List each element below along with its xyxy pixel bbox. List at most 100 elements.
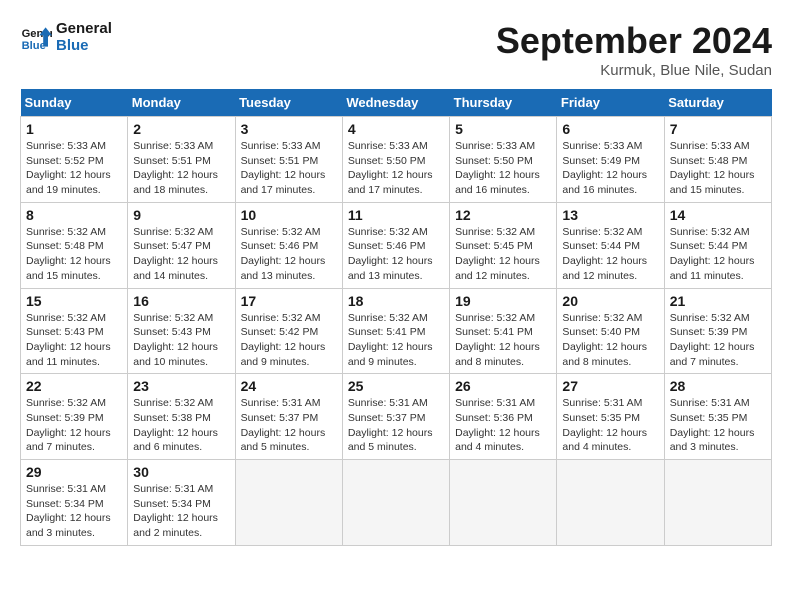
day-number: 22 <box>26 378 122 394</box>
logo: General Blue General Blue <box>20 20 112 54</box>
page-header: General Blue General Blue September 2024… <box>20 20 772 79</box>
day-number: 30 <box>133 464 229 480</box>
month-title: September 2024 <box>496 20 772 62</box>
day-info: Sunrise: 5:32 AM Sunset: 5:44 PM Dayligh… <box>562 225 658 284</box>
day-number: 3 <box>241 121 337 137</box>
day-info: Sunrise: 5:32 AM Sunset: 5:43 PM Dayligh… <box>26 311 122 370</box>
calendar-cell: 15Sunrise: 5:32 AM Sunset: 5:43 PM Dayli… <box>21 288 128 374</box>
day-info: Sunrise: 5:32 AM Sunset: 5:46 PM Dayligh… <box>241 225 337 284</box>
logo-icon: General Blue <box>20 21 52 53</box>
day-info: Sunrise: 5:33 AM Sunset: 5:50 PM Dayligh… <box>348 139 444 198</box>
calendar-cell: 8Sunrise: 5:32 AM Sunset: 5:48 PM Daylig… <box>21 202 128 288</box>
calendar-cell <box>664 460 771 546</box>
day-info: Sunrise: 5:31 AM Sunset: 5:34 PM Dayligh… <box>133 482 229 541</box>
day-info: Sunrise: 5:31 AM Sunset: 5:34 PM Dayligh… <box>26 482 122 541</box>
day-number: 25 <box>348 378 444 394</box>
calendar-cell: 1 Sunrise: 5:33 AM Sunset: 5:52 PM Daylig… <box>21 117 128 203</box>
calendar-cell: 9 Sunrise: 5:32 AM Sunset: 5:47 PM Daylig… <box>128 202 235 288</box>
day-number: 20 <box>562 293 658 309</box>
day-info: Sunrise: 5:33 AM Sunset: 5:52 PM Dayligh… <box>26 139 122 198</box>
calendar-header-row: SundayMondayTuesdayWednesdayThursdayFrid… <box>21 89 772 117</box>
day-info: Sunrise: 5:31 AM Sunset: 5:35 PM Dayligh… <box>670 396 766 455</box>
day-number: 24 <box>241 378 337 394</box>
day-number: 4 <box>348 121 444 137</box>
day-info: Sunrise: 5:31 AM Sunset: 5:36 PM Dayligh… <box>455 396 551 455</box>
day-info: Sunrise: 5:33 AM Sunset: 5:50 PM Dayligh… <box>455 139 551 198</box>
calendar-cell: 3 Sunrise: 5:33 AM Sunset: 5:51 PM Daylig… <box>235 117 342 203</box>
day-header-friday: Friday <box>557 89 664 117</box>
day-number: 28 <box>670 378 766 394</box>
day-info: Sunrise: 5:33 AM Sunset: 5:48 PM Dayligh… <box>670 139 766 198</box>
calendar-cell: 22Sunrise: 5:32 AM Sunset: 5:39 PM Dayli… <box>21 374 128 460</box>
calendar-cell: 25 Sunrise: 5:31 AM Sunset: 5:37 PM Dayli… <box>342 374 449 460</box>
calendar-week-row: 22Sunrise: 5:32 AM Sunset: 5:39 PM Dayli… <box>21 374 772 460</box>
calendar-cell: 24 Sunrise: 5:31 AM Sunset: 5:37 PM Dayli… <box>235 374 342 460</box>
calendar-table: SundayMondayTuesdayWednesdayThursdayFrid… <box>20 89 772 546</box>
day-number: 29 <box>26 464 122 480</box>
day-header-saturday: Saturday <box>664 89 771 117</box>
day-info: Sunrise: 5:31 AM Sunset: 5:37 PM Dayligh… <box>241 396 337 455</box>
calendar-cell: 19 Sunrise: 5:32 AM Sunset: 5:41 PM Dayli… <box>450 288 557 374</box>
location-subtitle: Kurmuk, Blue Nile, Sudan <box>496 62 772 79</box>
calendar-cell: 30 Sunrise: 5:31 AM Sunset: 5:34 PM Dayli… <box>128 460 235 546</box>
day-number: 5 <box>455 121 551 137</box>
calendar-cell: 7 Sunrise: 5:33 AM Sunset: 5:48 PM Daylig… <box>664 117 771 203</box>
day-number: 11 <box>348 207 444 223</box>
calendar-cell: 16Sunrise: 5:32 AM Sunset: 5:43 PM Dayli… <box>128 288 235 374</box>
calendar-cell: 12 Sunrise: 5:32 AM Sunset: 5:45 PM Dayli… <box>450 202 557 288</box>
calendar-cell: 11Sunrise: 5:32 AM Sunset: 5:46 PM Dayli… <box>342 202 449 288</box>
day-info: Sunrise: 5:32 AM Sunset: 5:41 PM Dayligh… <box>348 311 444 370</box>
day-header-monday: Monday <box>128 89 235 117</box>
calendar-cell <box>342 460 449 546</box>
day-number: 19 <box>455 293 551 309</box>
day-number: 2 <box>133 121 229 137</box>
calendar-cell: 29 Sunrise: 5:31 AM Sunset: 5:34 PM Dayli… <box>21 460 128 546</box>
day-number: 17 <box>241 293 337 309</box>
day-number: 21 <box>670 293 766 309</box>
day-info: Sunrise: 5:32 AM Sunset: 5:40 PM Dayligh… <box>562 311 658 370</box>
calendar-cell: 13Sunrise: 5:32 AM Sunset: 5:44 PM Dayli… <box>557 202 664 288</box>
calendar-week-row: 1 Sunrise: 5:33 AM Sunset: 5:52 PM Daylig… <box>21 117 772 203</box>
day-info: Sunrise: 5:32 AM Sunset: 5:44 PM Dayligh… <box>670 225 766 284</box>
calendar-cell <box>235 460 342 546</box>
day-number: 26 <box>455 378 551 394</box>
calendar-cell: 23Sunrise: 5:32 AM Sunset: 5:38 PM Dayli… <box>128 374 235 460</box>
calendar-week-row: 15Sunrise: 5:32 AM Sunset: 5:43 PM Dayli… <box>21 288 772 374</box>
calendar-cell: 26 Sunrise: 5:31 AM Sunset: 5:36 PM Dayli… <box>450 374 557 460</box>
calendar-cell <box>450 460 557 546</box>
title-block: September 2024 Kurmuk, Blue Nile, Sudan <box>496 20 772 79</box>
day-number: 23 <box>133 378 229 394</box>
day-info: Sunrise: 5:32 AM Sunset: 5:42 PM Dayligh… <box>241 311 337 370</box>
day-number: 16 <box>133 293 229 309</box>
day-info: Sunrise: 5:33 AM Sunset: 5:51 PM Dayligh… <box>133 139 229 198</box>
day-header-wednesday: Wednesday <box>342 89 449 117</box>
day-header-tuesday: Tuesday <box>235 89 342 117</box>
svg-text:Blue: Blue <box>22 40 46 52</box>
day-number: 10 <box>241 207 337 223</box>
calendar-cell: 6 Sunrise: 5:33 AM Sunset: 5:49 PM Daylig… <box>557 117 664 203</box>
day-info: Sunrise: 5:31 AM Sunset: 5:37 PM Dayligh… <box>348 396 444 455</box>
calendar-cell: 21Sunrise: 5:32 AM Sunset: 5:39 PM Dayli… <box>664 288 771 374</box>
day-info: Sunrise: 5:32 AM Sunset: 5:45 PM Dayligh… <box>455 225 551 284</box>
day-info: Sunrise: 5:33 AM Sunset: 5:49 PM Dayligh… <box>562 139 658 198</box>
day-number: 18 <box>348 293 444 309</box>
day-number: 9 <box>133 207 229 223</box>
day-info: Sunrise: 5:33 AM Sunset: 5:51 PM Dayligh… <box>241 139 337 198</box>
calendar-cell: 28 Sunrise: 5:31 AM Sunset: 5:35 PM Dayli… <box>664 374 771 460</box>
calendar-week-row: 8Sunrise: 5:32 AM Sunset: 5:48 PM Daylig… <box>21 202 772 288</box>
day-info: Sunrise: 5:32 AM Sunset: 5:48 PM Dayligh… <box>26 225 122 284</box>
day-number: 1 <box>26 121 122 137</box>
day-number: 7 <box>670 121 766 137</box>
calendar-cell: 20 Sunrise: 5:32 AM Sunset: 5:40 PM Dayli… <box>557 288 664 374</box>
day-header-sunday: Sunday <box>21 89 128 117</box>
calendar-cell: 5 Sunrise: 5:33 AM Sunset: 5:50 PM Daylig… <box>450 117 557 203</box>
calendar-cell: 14Sunrise: 5:32 AM Sunset: 5:44 PM Dayli… <box>664 202 771 288</box>
day-info: Sunrise: 5:32 AM Sunset: 5:47 PM Dayligh… <box>133 225 229 284</box>
calendar-cell <box>557 460 664 546</box>
day-info: Sunrise: 5:32 AM Sunset: 5:41 PM Dayligh… <box>455 311 551 370</box>
calendar-cell: 17 Sunrise: 5:32 AM Sunset: 5:42 PM Dayli… <box>235 288 342 374</box>
calendar-cell: 10 Sunrise: 5:32 AM Sunset: 5:46 PM Dayli… <box>235 202 342 288</box>
logo-text-blue: Blue <box>56 37 112 54</box>
day-number: 6 <box>562 121 658 137</box>
day-number: 12 <box>455 207 551 223</box>
